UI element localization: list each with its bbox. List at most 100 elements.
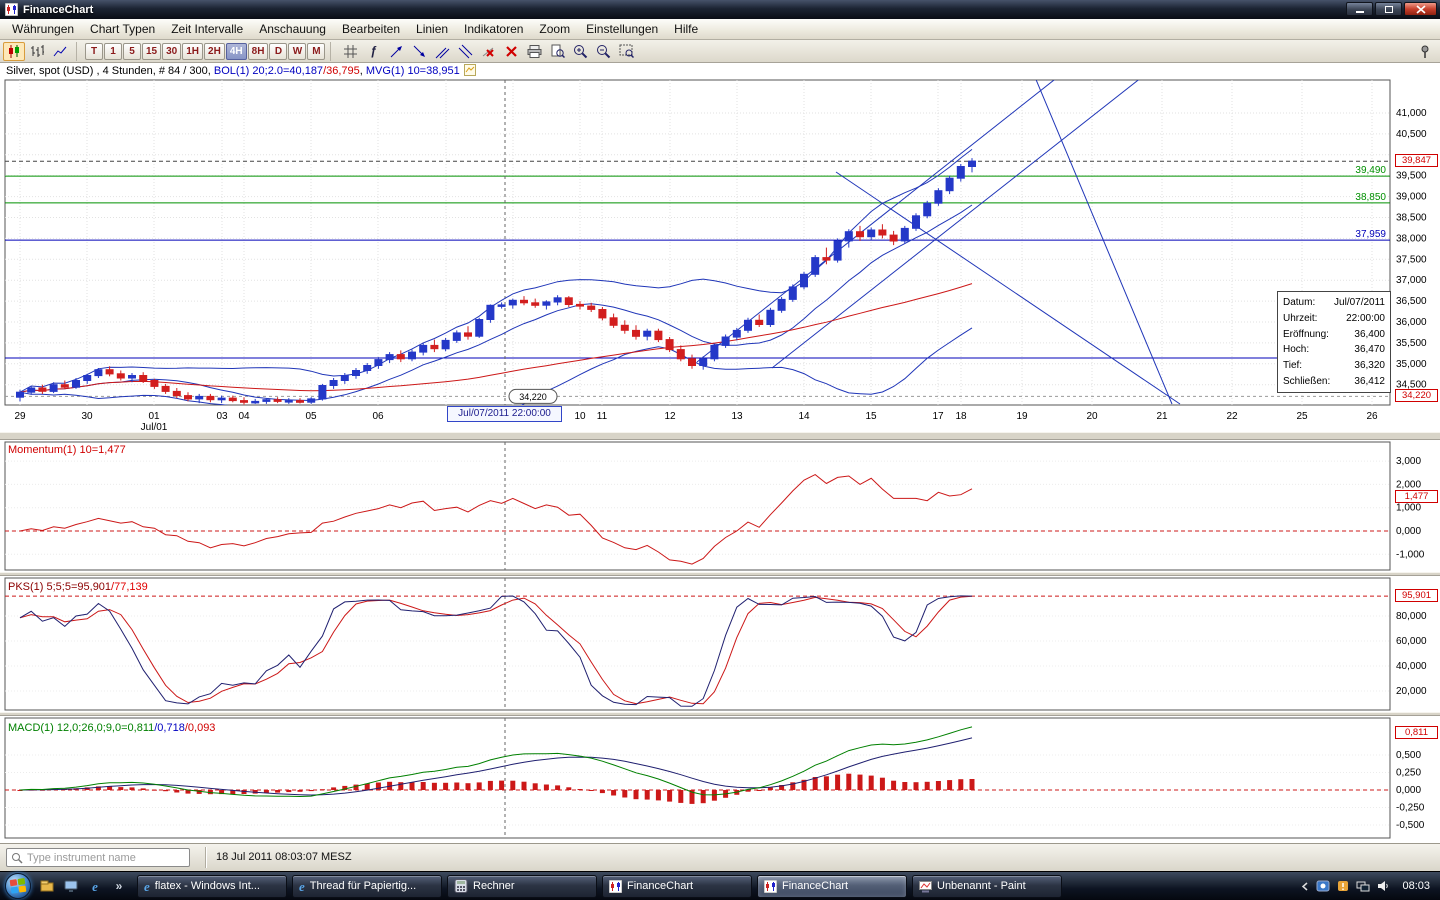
histogram-bar bbox=[947, 780, 953, 790]
chevron-double-icon[interactable]: » bbox=[109, 875, 129, 897]
tray-chevron-icon[interactable] bbox=[1301, 881, 1310, 891]
candle-body bbox=[60, 384, 69, 388]
menu-item-9[interactable]: Hilfe bbox=[666, 19, 706, 39]
price-axis-label: 35,000 bbox=[1396, 359, 1427, 370]
timeframe-8h-button[interactable]: 8H bbox=[247, 42, 269, 60]
timeframe-t-button[interactable]: T bbox=[85, 42, 103, 60]
histogram-bar bbox=[275, 790, 281, 793]
pks-panel[interactable]: 80,000 60,000 40,000 20,000 bbox=[0, 576, 1440, 712]
taskbar-button-3[interactable]: FinanceChart bbox=[602, 874, 752, 898]
print-icon[interactable] bbox=[523, 42, 545, 61]
histogram-bar bbox=[700, 790, 706, 804]
menu-item-5[interactable]: Linien bbox=[408, 19, 456, 39]
trendline-up-icon[interactable] bbox=[385, 42, 407, 61]
timeframe-5-button[interactable]: 5 bbox=[123, 42, 141, 60]
timeframe-2h-button[interactable]: 2H bbox=[204, 42, 225, 60]
candle-body bbox=[755, 319, 764, 326]
timeframe-d-button[interactable]: D bbox=[269, 42, 288, 60]
taskbar-button-1[interactable]: e Thread für Papiertig... bbox=[292, 874, 442, 898]
menu-item-0[interactable]: Währungen bbox=[4, 19, 82, 39]
menu-item-3[interactable]: Anschauung bbox=[251, 19, 334, 39]
tooltip-label: Tief: bbox=[1283, 359, 1303, 371]
tray-update-icon[interactable] bbox=[1336, 879, 1350, 893]
package-icon[interactable] bbox=[37, 875, 57, 897]
candle-body bbox=[352, 370, 360, 376]
ie-icon: e bbox=[144, 878, 150, 894]
zoom-region-icon[interactable] bbox=[615, 42, 637, 61]
main-price-chart[interactable]: 39,49038,85037,959141,00040,50039,50039,… bbox=[0, 78, 1440, 432]
desktop-icon[interactable] bbox=[61, 875, 81, 897]
delete-line-icon[interactable] bbox=[477, 42, 499, 61]
macd-panel[interactable]: 0,500 0,250 0,000 -0,250 -0,500 bbox=[0, 716, 1440, 840]
taskbar-button-5[interactable]: Unbenannt - Paint bbox=[912, 874, 1062, 898]
histogram-bar bbox=[331, 787, 337, 790]
timeframe-30-button[interactable]: 30 bbox=[162, 42, 182, 60]
pks-axis-label: 20,000 bbox=[1396, 686, 1427, 697]
channel-up-icon[interactable] bbox=[431, 42, 453, 61]
taskbar-button-4[interactable]: FinanceChart bbox=[757, 874, 907, 898]
minimize-button[interactable] bbox=[1346, 2, 1373, 16]
candle-body bbox=[217, 397, 226, 401]
taskbar-button-0[interactable]: e flatex - Windows Int... bbox=[137, 874, 287, 898]
menu-item-2[interactable]: Zeit Intervalle bbox=[163, 19, 251, 39]
indicator-icon[interactable]: ƒ bbox=[362, 42, 384, 61]
x-axis-sublabel: Jul/01 bbox=[141, 422, 168, 432]
zoom-in-icon[interactable] bbox=[569, 42, 591, 61]
momentum-panel[interactable]: 3,000 2,000 1,000 0,000 -1,000 bbox=[0, 440, 1440, 572]
channel-down-icon[interactable] bbox=[454, 42, 476, 61]
histogram-bar bbox=[140, 788, 146, 790]
histogram-bar bbox=[767, 787, 773, 790]
ie-icon[interactable]: e bbox=[85, 875, 105, 897]
timeframe-15-button[interactable]: 15 bbox=[142, 42, 162, 60]
tray-volume-icon[interactable] bbox=[1376, 879, 1390, 893]
trendline-down-icon[interactable] bbox=[408, 42, 430, 61]
histogram-bar bbox=[454, 782, 460, 790]
candle-body bbox=[632, 329, 640, 337]
menu-item-6[interactable]: Indikatoren bbox=[456, 19, 531, 39]
timeframe-m-button[interactable]: M bbox=[307, 42, 326, 60]
histogram-bar bbox=[891, 780, 897, 790]
histogram-bar bbox=[308, 790, 314, 792]
candle-body bbox=[340, 375, 349, 381]
current-time-label: 18 Jul 2011 08:03:07 MESZ bbox=[216, 851, 352, 863]
crosshair-grid-icon[interactable] bbox=[339, 42, 361, 61]
macd-plot-area[interactable] bbox=[4, 717, 1391, 839]
taskbar-button-2[interactable]: Rechner bbox=[447, 874, 597, 898]
menu-item-7[interactable]: Zoom bbox=[531, 19, 578, 39]
tray-network-icon[interactable] bbox=[1356, 879, 1370, 893]
panel-splitter[interactable] bbox=[0, 572, 1440, 576]
line-chart-icon[interactable] bbox=[49, 42, 71, 61]
tray-app-icon[interactable] bbox=[1316, 879, 1330, 893]
candle-body bbox=[676, 349, 685, 360]
maximize-button[interactable] bbox=[1375, 2, 1402, 16]
timeframe-4h-button[interactable]: 4H bbox=[225, 42, 247, 60]
x-axis-label: 18 bbox=[955, 411, 967, 422]
candle-body bbox=[172, 390, 181, 397]
pin-icon[interactable] bbox=[1414, 42, 1436, 61]
pks-plot-area[interactable] bbox=[4, 577, 1391, 711]
candle-body bbox=[408, 351, 416, 360]
bar-chart-icon[interactable] bbox=[26, 42, 48, 61]
menu-item-1[interactable]: Chart Typen bbox=[82, 19, 163, 39]
candle-body bbox=[867, 229, 876, 238]
timeframe-1h-button[interactable]: 1H bbox=[182, 42, 204, 60]
candle-body bbox=[576, 303, 584, 307]
current-price-badge: 39,847 bbox=[1395, 154, 1438, 167]
panel-splitter[interactable] bbox=[0, 712, 1440, 716]
panel-splitter[interactable] bbox=[0, 432, 1440, 440]
ie-icon: e bbox=[299, 878, 305, 894]
timeframe-1-button[interactable]: 1 bbox=[104, 42, 122, 60]
timeframe-w-button[interactable]: W bbox=[288, 42, 307, 60]
close-button[interactable] bbox=[1404, 2, 1437, 16]
delete-all-icon[interactable] bbox=[500, 42, 522, 61]
zoom-out-icon[interactable] bbox=[592, 42, 614, 61]
search-input[interactable] bbox=[27, 851, 185, 864]
main-plot-area[interactable] bbox=[4, 79, 1391, 406]
menu-item-8[interactable]: Einstellungen bbox=[578, 19, 666, 39]
taskbar: e» e flatex - Windows Int... e Thread für P… bbox=[0, 871, 1440, 900]
print-preview-icon[interactable] bbox=[546, 42, 568, 61]
menu-item-4[interactable]: Bearbeiten bbox=[334, 19, 408, 39]
toolbar-separator bbox=[76, 41, 80, 61]
start-button[interactable] bbox=[5, 873, 31, 899]
candlestick-chart-icon[interactable] bbox=[3, 41, 25, 61]
